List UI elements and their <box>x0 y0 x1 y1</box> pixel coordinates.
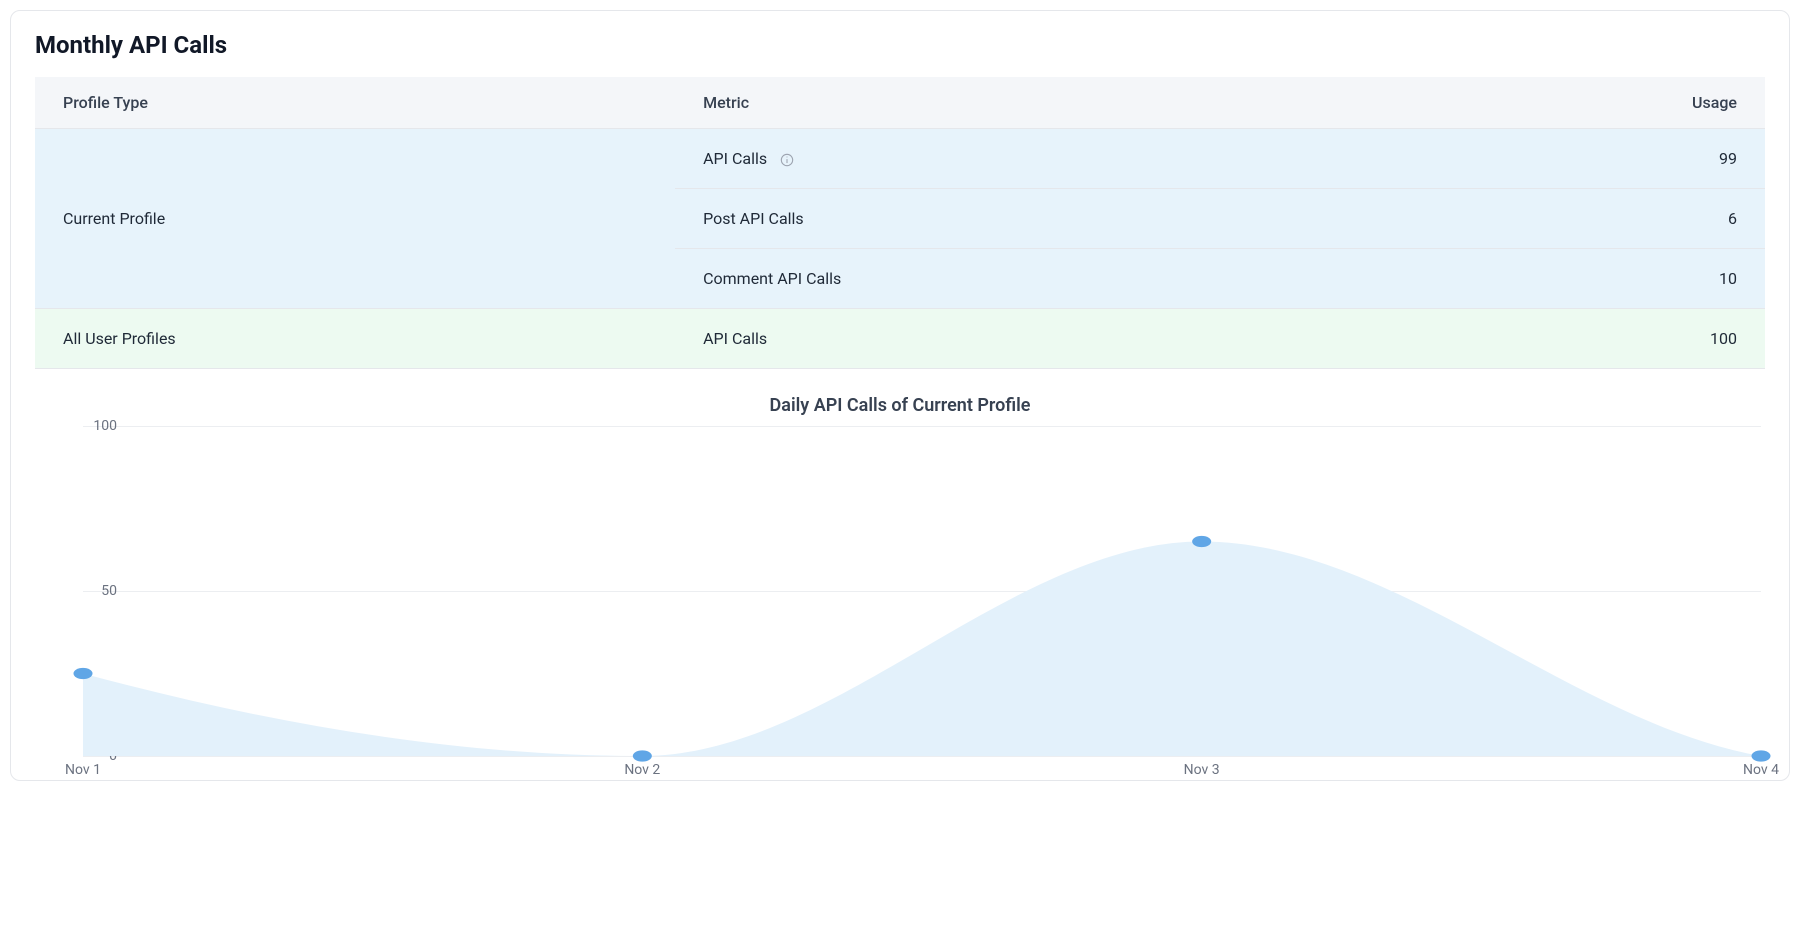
data-point[interactable] <box>73 668 92 679</box>
col-metric: Metric <box>675 77 1454 129</box>
cell-usage: 6 <box>1454 189 1765 249</box>
cell-metric-post-api-calls: Post API Calls <box>675 189 1454 249</box>
chart-points <box>83 426 1761 756</box>
data-point[interactable] <box>1751 750 1770 761</box>
x-tick-label: Nov 4 <box>1743 762 1779 778</box>
cell-metric-api-calls: API Calls <box>675 129 1454 189</box>
table-header-row: Profile Type Metric Usage <box>35 77 1765 129</box>
cell-metric-comment-api-calls: Comment API Calls <box>675 249 1454 309</box>
x-tick-label: Nov 1 <box>65 762 101 778</box>
cell-metric-api-calls-all: API Calls <box>675 309 1454 369</box>
chart-plot: 100 50 0 Nov 1 Nov 2 Nov 3 Nov 4 <box>83 426 1761 756</box>
cell-usage: 10 <box>1454 249 1765 309</box>
info-icon[interactable] <box>779 152 795 168</box>
col-profile-type: Profile Type <box>35 77 675 129</box>
monthly-api-calls-card: Monthly API Calls Profile Type Metric Us… <box>10 10 1790 781</box>
data-point[interactable] <box>1192 536 1211 547</box>
data-point[interactable] <box>633 750 652 761</box>
cell-usage: 99 <box>1454 129 1765 189</box>
daily-api-calls-chart: Daily API Calls of Current Profile 100 5… <box>35 395 1765 756</box>
x-tick-label: Nov 2 <box>624 762 660 778</box>
col-usage: Usage <box>1454 77 1765 129</box>
cell-profile-type-all: All User Profiles <box>35 309 675 369</box>
cell-usage: 100 <box>1454 309 1765 369</box>
chart-area: 100 50 0 Nov 1 Nov 2 Nov 3 Nov 4 <box>35 426 1765 756</box>
api-calls-table: Profile Type Metric Usage Current Profil… <box>35 77 1765 369</box>
page-title: Monthly API Calls <box>35 31 1765 59</box>
x-tick-label: Nov 3 <box>1184 762 1220 778</box>
gridline <box>83 756 1761 757</box>
metric-label: API Calls <box>703 149 767 168</box>
chart-title: Daily API Calls of Current Profile <box>35 395 1765 416</box>
cell-profile-type-current: Current Profile <box>35 129 675 309</box>
table-row: All User Profiles API Calls 100 <box>35 309 1765 369</box>
table-row: Current Profile API Calls 99 <box>35 129 1765 189</box>
